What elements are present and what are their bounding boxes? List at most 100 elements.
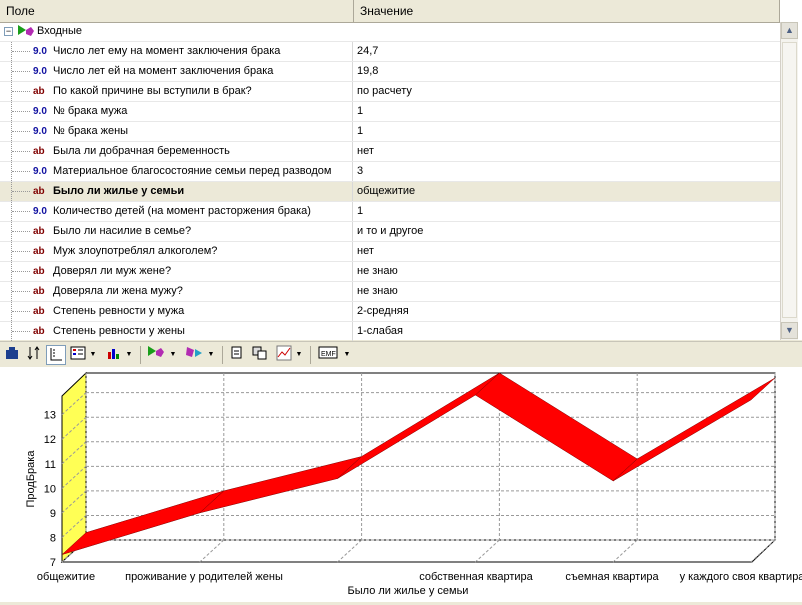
property-row[interactable]: 9.0 № брака мужа 1: [0, 102, 780, 122]
output-node-dropdown-icon[interactable]: ▼: [206, 345, 216, 365]
chart-type-icon[interactable]: [104, 345, 124, 365]
property-label: По какой причине вы вступили в брак?: [53, 85, 252, 97]
property-row[interactable]: ab Степень ревности у мужа 2-средняя: [0, 302, 780, 322]
property-row[interactable]: ab Муж злоупотреблял алкоголем? нет: [0, 242, 780, 262]
property-row[interactable]: 9.0 Материальное благосостояние семьи пер…: [0, 162, 780, 182]
property-name-cell[interactable]: ab По какой причине вы вступили в брак?: [0, 82, 353, 101]
property-value[interactable]: по расчету: [357, 82, 412, 101]
property-label: Число лет ей на момент заключения брака: [53, 65, 274, 77]
property-value[interactable]: 1: [357, 202, 363, 221]
property-value[interactable]: нет: [357, 242, 374, 261]
run-icon[interactable]: [2, 345, 22, 365]
y-axis-label: ПродБрака: [25, 450, 37, 508]
property-row[interactable]: 9.0 Число лет ей на момент заключения бра…: [0, 62, 780, 82]
property-value[interactable]: 1: [357, 122, 363, 141]
number-type-icon: 9.0: [33, 166, 47, 177]
property-name-cell[interactable]: ab Доверяла ли жена мужу?: [0, 282, 353, 301]
property-row[interactable]: ab Было ли насилие в семье? и то и другое: [0, 222, 780, 242]
property-row[interactable]: ab Была ли добрачная беременность нет: [0, 142, 780, 162]
tree-connector: [0, 242, 30, 261]
tree-connector: [0, 62, 30, 81]
property-value[interactable]: и то и другое: [357, 222, 423, 241]
scroll-up-button[interactable]: ▲: [781, 22, 798, 39]
tree-connector: [0, 162, 30, 181]
compare-icon[interactable]: [250, 345, 270, 365]
sort-icon[interactable]: [24, 345, 44, 365]
property-name-cell[interactable]: 9.0 Число лет ему на момент заключения бр…: [0, 42, 353, 61]
property-name-cell[interactable]: 9.0 Число лет ей на момент заключения бра…: [0, 62, 353, 81]
property-row[interactable]: ab Доверяла ли жена мужу? не знаю: [0, 282, 780, 302]
property-row[interactable]: ab По какой причине вы вступили в брак? по…: [0, 82, 780, 102]
copy-icon[interactable]: [228, 345, 248, 365]
tree-connector: [0, 42, 30, 61]
property-row[interactable]: ab Было ли жилье у семьи общежитие: [0, 182, 780, 202]
property-value[interactable]: 1-слабая: [357, 322, 403, 341]
property-name-cell[interactable]: 9.0 Количество детей (на момент расторжен…: [0, 202, 353, 221]
property-value[interactable]: 3: [357, 162, 363, 181]
property-value[interactable]: не знаю: [357, 262, 398, 281]
property-value[interactable]: 24,7: [357, 42, 378, 61]
y-tick-label: 12: [44, 434, 56, 446]
property-value[interactable]: 1: [357, 102, 363, 121]
collapse-icon[interactable]: −: [4, 27, 13, 36]
property-value[interactable]: 19,8: [357, 62, 378, 81]
property-row[interactable]: ab Степень ревности у жены 1-слабая: [0, 322, 780, 342]
property-value[interactable]: не знаю: [357, 282, 398, 301]
floor: [60, 539, 777, 563]
property-value[interactable]: 2-средняя: [357, 302, 409, 321]
property-label: Было ли жилье у семьи: [53, 185, 185, 197]
line-chart-icon[interactable]: [274, 345, 294, 365]
y-tick-label: 9: [50, 508, 56, 520]
chart-type-dropdown-icon[interactable]: ▼: [124, 345, 134, 365]
property-label: Степень ревности у мужа: [53, 305, 185, 317]
property-name-cell[interactable]: ab Степень ревности у жены: [0, 322, 353, 341]
property-row[interactable]: 9.0 № брака жены 1: [0, 122, 780, 142]
property-name-cell[interactable]: 9.0 № брака мужа: [0, 102, 353, 121]
tree-connector: [0, 302, 30, 321]
property-name-cell[interactable]: 9.0 Материальное благосостояние семьи пер…: [0, 162, 353, 181]
number-type-icon: 9.0: [33, 106, 47, 117]
vertical-scrollbar[interactable]: ▲ ▼: [780, 22, 798, 340]
grid-header: Поле Значение: [0, 0, 780, 23]
emf-dropdown-icon[interactable]: ▼: [342, 345, 352, 365]
input-node-dropdown-icon[interactable]: ▼: [168, 345, 178, 365]
x-tick-label: общежитие: [37, 571, 95, 583]
property-grid: Поле Значение − Входные 9.0 Число лет ему…: [0, 0, 802, 342]
line-chart-dropdown-icon[interactable]: ▼: [294, 345, 304, 365]
tree-connector: [0, 262, 30, 281]
property-row[interactable]: 9.0 Количество детей (на момент расторжен…: [0, 202, 780, 222]
property-label: № брака жены: [53, 125, 129, 137]
legend-dropdown-icon[interactable]: ▼: [88, 345, 98, 365]
y-tick-label: 13: [44, 410, 56, 422]
text-type-icon: ab: [33, 326, 45, 337]
scroll-thumb[interactable]: [782, 42, 797, 318]
property-name-cell[interactable]: ab Доверял ли муж жене?: [0, 262, 353, 281]
axis-icon[interactable]: [46, 345, 66, 365]
input-group-icon: [17, 24, 35, 42]
text-type-icon: ab: [33, 186, 45, 197]
column-header-field[interactable]: Поле: [0, 0, 354, 22]
property-name-cell[interactable]: ab Было ли насилие в семье?: [0, 222, 353, 241]
tree-connector: [0, 322, 30, 341]
property-name-cell[interactable]: ab Степень ревности у мужа: [0, 302, 353, 321]
chart-toolbar: ▼ ▼ ▼ ▼ ▼ EMF ▼: [0, 341, 802, 368]
property-name-cell[interactable]: ab Муж злоупотреблял алкоголем?: [0, 242, 353, 261]
scroll-down-button[interactable]: ▼: [781, 322, 798, 339]
x-tick-label: у каждого своя квартира: [680, 571, 802, 583]
group-row-inputs[interactable]: − Входные: [0, 22, 780, 42]
output-node-icon[interactable]: [184, 345, 204, 365]
property-row[interactable]: ab Доверял ли муж жене? не знаю: [0, 262, 780, 282]
property-name-cell[interactable]: ab Была ли добрачная беременность: [0, 142, 353, 161]
property-name-cell[interactable]: ab Было ли жилье у семьи: [0, 182, 353, 201]
property-row[interactable]: 9.0 Число лет ему на момент заключения бр…: [0, 42, 780, 62]
property-label: Доверял ли муж жене?: [53, 265, 172, 277]
input-node-icon[interactable]: [146, 345, 166, 365]
property-value[interactable]: нет: [357, 142, 374, 161]
tree-connector: [0, 142, 30, 161]
column-header-value[interactable]: Значение: [354, 0, 780, 22]
property-name-cell[interactable]: 9.0 № брака жены: [0, 122, 353, 141]
emf-export-icon[interactable]: EMF: [318, 345, 340, 365]
property-value[interactable]: общежитие: [357, 182, 415, 201]
legend-icon[interactable]: [68, 345, 88, 365]
property-label: Материальное благосостояние семьи перед …: [53, 165, 332, 177]
